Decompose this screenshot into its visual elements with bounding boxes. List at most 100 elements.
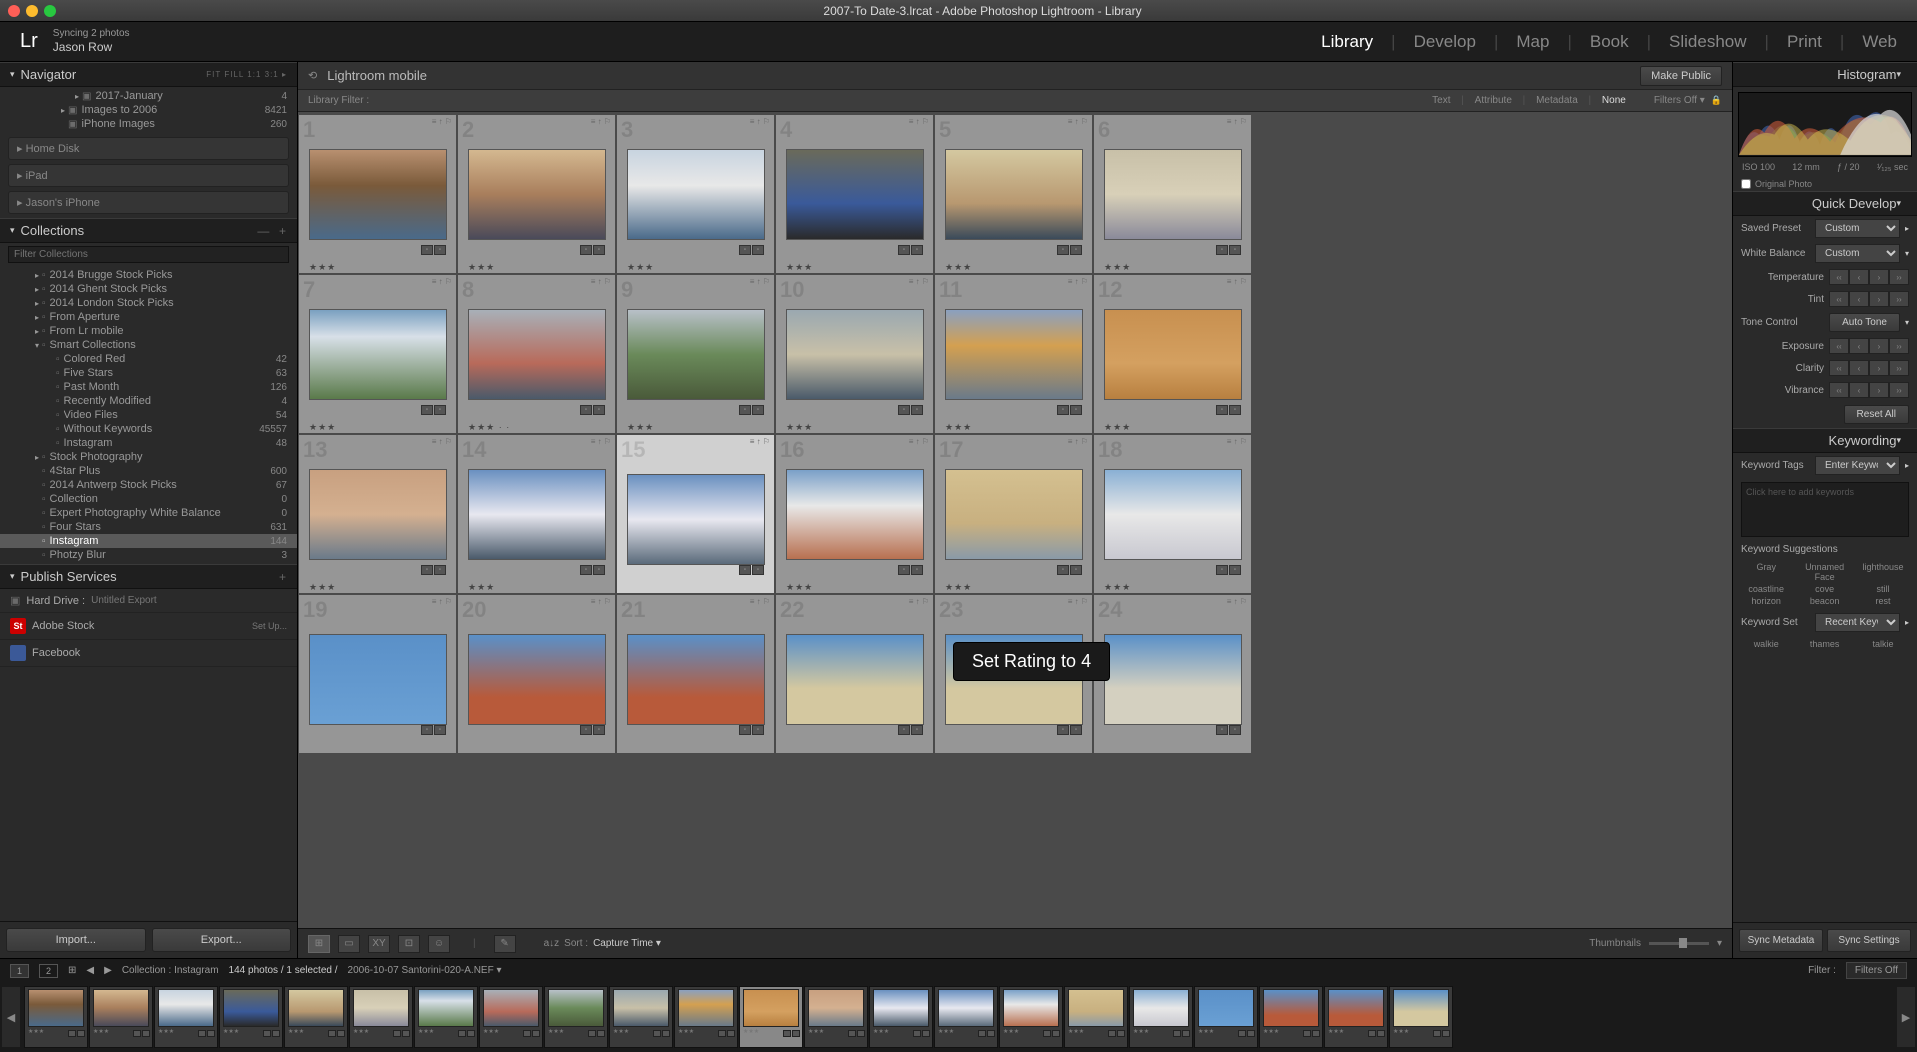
module-web[interactable]: Web [1862,32,1897,52]
collection-row[interactable]: ▫Five Stars63 [0,366,297,380]
minimize-button[interactable] [26,5,38,17]
reset-all-button[interactable]: Reset All [1844,405,1909,424]
publish-services-header[interactable]: ▾ Publish Services + [0,564,297,589]
navigator-header[interactable]: ▾ Navigator FIT FILL 1:1 3:1 ▸ [0,62,297,87]
histogram-header[interactable]: Histogram ▾ [1733,62,1917,87]
filters-off-dropdown[interactable]: Filters Off ▾ [1654,95,1705,106]
thumbnail-cell[interactable]: 20 ≡ ↑ ⚐ ▫▫ [457,594,616,754]
collection-row[interactable]: ▫Four Stars631 [0,520,297,534]
quick-develop-header[interactable]: Quick Develop ▾ [1733,191,1917,216]
filmstrip-cell[interactable]: ★★★ [284,986,348,1048]
exp-inc2-button[interactable]: ›› [1889,338,1909,354]
monitor-2-button[interactable]: 2 [39,964,58,978]
people-view-button[interactable]: ☺ [428,935,450,953]
make-public-button[interactable]: Make Public [1640,66,1722,86]
filmstrip-cell[interactable]: ★★★ [24,986,88,1048]
module-develop[interactable]: Develop [1414,32,1476,52]
keyword-suggestion[interactable]: still [1858,584,1908,594]
keyword-set-item[interactable]: walkie [1741,639,1791,649]
filmstrip-cell[interactable]: ★★★ [349,986,413,1048]
thumbnail-cell[interactable]: 10 ≡ ↑ ⚐ ▫▫ ★★★ [775,274,934,434]
publish-add-icon[interactable]: + [279,570,287,584]
filmstrip-cell[interactable]: ★★★ [219,986,283,1048]
filmstrip-cell[interactable]: ★★★ [804,986,868,1048]
collection-row[interactable]: ▫Photzy Blur3 [0,548,297,562]
publish-service-row[interactable]: Facebook [0,640,297,667]
keyword-set-select[interactable]: Recent Keywo... [1815,613,1900,632]
thumbnail-cell[interactable]: 11 ≡ ↑ ⚐ ▫▫ ★★★ [934,274,1093,434]
nav-back-icon[interactable]: ◀ [86,965,94,976]
import-button[interactable]: Import... [6,928,146,952]
publish-service-row[interactable]: StAdobe StockSet Up... [0,613,297,640]
thumbnail-cell[interactable]: 16 ≡ ↑ ⚐ ▫▫ ★★★ [775,434,934,594]
thumbnail-cell[interactable]: 22 ≡ ↑ ⚐ ▫▫ [775,594,934,754]
status-filename[interactable]: 2006-10-07 Santorini-020-A.NEF ▾ [348,965,502,976]
thumbnail-cell[interactable]: 15 ≡ ↑ ⚐ ▫▫ [616,434,775,594]
keyword-suggestion[interactable]: Gray [1741,562,1791,582]
keyword-suggestion[interactable]: Unnamed Face [1799,562,1849,582]
exp-dec-button[interactable]: ‹ [1849,338,1869,354]
collection-row[interactable]: ▸▫2014 Brugge Stock Picks [0,268,297,282]
thumbnail-cell[interactable]: 8 ≡ ↑ ⚐ ▫▫ ★★★ · · [457,274,616,434]
collection-row[interactable]: ▫2014 Antwerp Stock Picks67 [0,478,297,492]
grid-view-button[interactable]: ⊞ [308,935,330,953]
volume-well[interactable]: ▸ Home Disk [8,137,289,160]
filmstrip[interactable]: ◀ ▶ ★★★★★★★★★★★★★★★★★★★★★★★★★★★★★★★★★★★★… [0,982,1917,1052]
filmstrip-cell[interactable]: ★★★ [1064,986,1128,1048]
exp-inc-button[interactable]: › [1869,338,1889,354]
keyword-suggestion[interactable]: cove [1799,584,1849,594]
collection-row[interactable]: ▸▫2014 London Stock Picks [0,296,297,310]
keyword-suggestion[interactable]: rest [1858,596,1908,606]
filmstrip-cell[interactable]: ★★★ [869,986,933,1048]
monitor-1-button[interactable]: 1 [10,964,29,978]
temp-inc-button[interactable]: › [1869,269,1889,285]
collection-row[interactable]: ▫Instagram144 [0,534,297,548]
folder-row[interactable]: ▣iPhone Images260 [0,117,297,131]
tint-dec-button[interactable]: ‹ [1849,291,1869,307]
filter-metadata[interactable]: Metadata [1536,95,1578,106]
filmstrip-cell[interactable]: ★★★ [1259,986,1323,1048]
disclosure-triangle-icon[interactable]: ▾ [1896,69,1901,80]
clarity-dec2-button[interactable]: ‹‹ [1829,360,1849,376]
disclosure-triangle-icon[interactable]: ▾ [1896,198,1901,209]
white-balance-select[interactable]: Custom [1815,244,1900,263]
painter-button[interactable]: ✎ [494,935,516,953]
tint-inc-button[interactable]: › [1869,291,1889,307]
module-slideshow[interactable]: Slideshow [1669,32,1747,52]
thumbnail-grid[interactable]: 1 ≡ ↑ ⚐ ▫▫ ★★★2 ≡ ↑ ⚐ ▫▫ ★★★3 ≡ ↑ ⚐ ▫▫ ★… [298,112,1732,928]
vib-dec-button[interactable]: ‹ [1849,382,1869,398]
collection-row[interactable]: ▸▫Stock Photography [0,450,297,464]
filmstrip-cell[interactable]: ★★★ [1194,986,1258,1048]
filmstrip-cell[interactable]: ★★★ [1129,986,1193,1048]
filmstrip-cell[interactable]: ★★★ [154,986,218,1048]
saved-preset-select[interactable]: Custom [1815,219,1900,238]
folder-row[interactable]: ▸▣Images to 20068421 [0,103,297,117]
keywording-header[interactable]: Keywording ▾ [1733,428,1917,453]
filmstrip-cell[interactable]: ★★★ [739,986,803,1048]
disclosure-triangle-icon[interactable]: ▾ [10,571,15,582]
thumbnail-cell[interactable]: 14 ≡ ↑ ⚐ ▫▫ ★★★ [457,434,616,594]
filmstrip-cell[interactable]: ★★★ [414,986,478,1048]
disclosure-icon[interactable]: ▸ [1905,224,1909,233]
keyword-set-item[interactable]: talkie [1858,639,1908,649]
thumbnail-cell[interactable]: 18 ≡ ↑ ⚐ ▫▫ ★★★ [1093,434,1252,594]
module-map[interactable]: Map [1516,32,1549,52]
collection-row[interactable]: ▫Past Month126 [0,380,297,394]
publish-service-row[interactable]: ▣Hard Drive :Untitled Export [0,589,297,613]
filter-attribute[interactable]: Attribute [1475,95,1512,106]
thumbnail-cell[interactable]: 12 ≡ ↑ ⚐ ▫▫ ★★★ [1093,274,1252,434]
thumbnail-cell[interactable]: 19 ≡ ↑ ⚐ ▫▫ [298,594,457,754]
thumbnail-cell[interactable]: 4 ≡ ↑ ⚐ ▫▫ ★★★ [775,114,934,274]
nav-fwd-icon[interactable]: ▶ [104,965,112,976]
toolbar-menu-icon[interactable]: ▾ [1717,938,1722,949]
filmstrip-cell[interactable]: ★★★ [479,986,543,1048]
volume-well[interactable]: ▸ iPad [8,164,289,187]
vib-inc2-button[interactable]: ›› [1889,382,1909,398]
collections-add-icon[interactable]: — + [257,224,287,238]
thumbnail-cell[interactable]: 7 ≡ ↑ ⚐ ▫▫ ★★★ [298,274,457,434]
filmstrip-cell[interactable]: ★★★ [674,986,738,1048]
disclosure-triangle-icon[interactable]: ▾ [1896,435,1901,446]
collection-row[interactable]: ▫Colored Red42 [0,352,297,366]
collection-row[interactable]: ▸▫From Lr mobile [0,324,297,338]
vib-dec2-button[interactable]: ‹‹ [1829,382,1849,398]
